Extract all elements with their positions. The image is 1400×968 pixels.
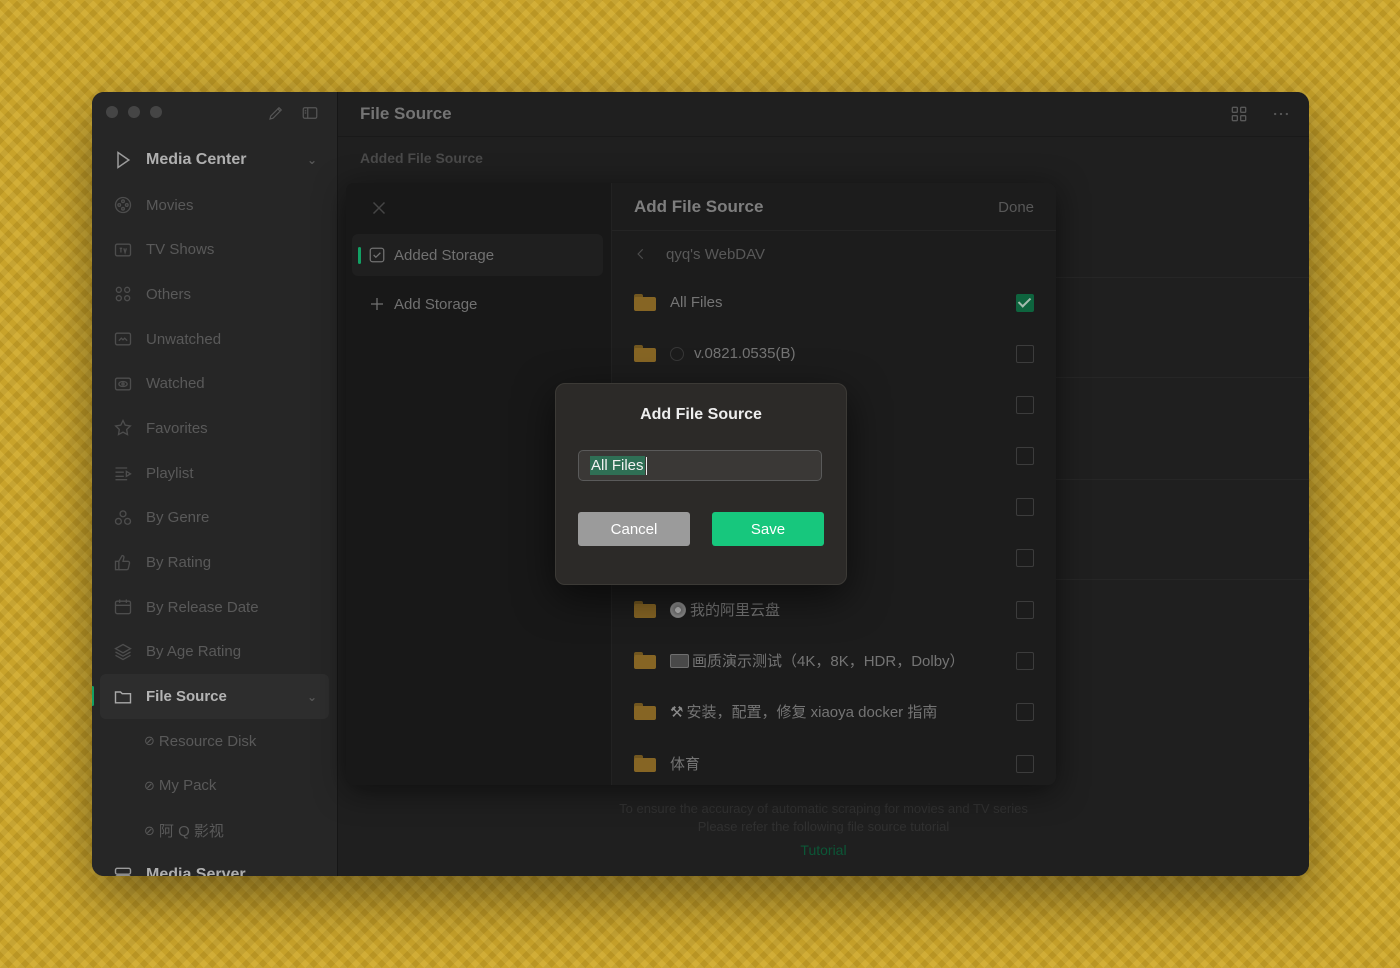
name-input[interactable]: All Files [578,450,822,481]
app-window: Media Center ⌄ Movies TV Shows Others Un… [92,92,1309,876]
cancel-button[interactable]: Cancel [578,512,690,546]
dialog-title: Add File Source [640,406,762,423]
save-button[interactable]: Save [712,512,824,546]
add-file-source-dialog: Add File Source All Files Cancel Save [555,383,847,585]
name-input-value: All Files [590,456,645,475]
